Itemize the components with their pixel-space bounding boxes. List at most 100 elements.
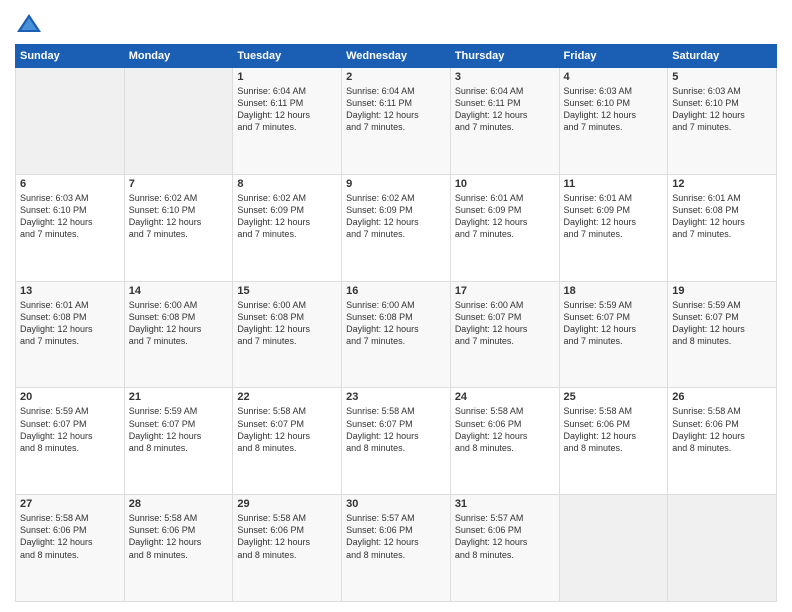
day-number: 6: [20, 178, 120, 190]
day-number: 7: [129, 178, 229, 190]
calendar-cell: 17 Sunrise: 6:00 AM Sunset: 6:07 PM Dayli…: [450, 281, 559, 388]
day-number: 5: [672, 71, 772, 83]
day-info: Sunrise: 6:04 AM Sunset: 6:11 PM Dayligh…: [346, 85, 446, 134]
calendar-cell: [668, 495, 777, 602]
calendar-cell: 15 Sunrise: 6:00 AM Sunset: 6:08 PM Dayli…: [233, 281, 342, 388]
weekday-header-tuesday: Tuesday: [233, 45, 342, 68]
weekday-header-wednesday: Wednesday: [342, 45, 451, 68]
day-number: 1: [237, 71, 337, 83]
calendar-cell: 11 Sunrise: 6:01 AM Sunset: 6:09 PM Dayli…: [559, 174, 668, 281]
calendar-cell: 25 Sunrise: 5:58 AM Sunset: 6:06 PM Dayli…: [559, 388, 668, 495]
day-info: Sunrise: 5:57 AM Sunset: 6:06 PM Dayligh…: [346, 512, 446, 561]
day-info: Sunrise: 6:01 AM Sunset: 6:09 PM Dayligh…: [564, 192, 664, 241]
calendar-cell: 13 Sunrise: 6:01 AM Sunset: 6:08 PM Dayli…: [16, 281, 125, 388]
day-info: Sunrise: 5:58 AM Sunset: 6:06 PM Dayligh…: [564, 405, 664, 454]
day-number: 26: [672, 391, 772, 403]
week-row-5: 27 Sunrise: 5:58 AM Sunset: 6:06 PM Dayli…: [16, 495, 777, 602]
calendar-cell: 29Sunrise: 5:58 AM Sunset: 6:06 PM Dayli…: [233, 495, 342, 602]
logo-icon: [15, 10, 43, 38]
calendar-cell: 31 Sunrise: 5:57 AM Sunset: 6:06 PM Dayli…: [450, 495, 559, 602]
day-info: Sunrise: 5:58 AM Sunset: 6:07 PM Dayligh…: [237, 405, 337, 454]
week-row-3: 13 Sunrise: 6:01 AM Sunset: 6:08 PM Dayli…: [16, 281, 777, 388]
weekday-header-row: SundayMondayTuesdayWednesdayThursdayFrid…: [16, 45, 777, 68]
header: [15, 10, 777, 38]
day-number: 27: [20, 498, 120, 510]
day-info: Sunrise: 5:59 AM Sunset: 6:07 PM Dayligh…: [564, 299, 664, 348]
calendar-cell: [16, 68, 125, 175]
day-number: 19: [672, 285, 772, 297]
week-row-4: 20 Sunrise: 5:59 AM Sunset: 6:07 PM Dayli…: [16, 388, 777, 495]
day-info: Sunrise: 5:59 AM Sunset: 6:07 PM Dayligh…: [672, 299, 772, 348]
calendar-cell: 21 Sunrise: 5:59 AM Sunset: 6:07 PM Dayli…: [124, 388, 233, 495]
day-info: Sunrise: 6:03 AM Sunset: 6:10 PM Dayligh…: [672, 85, 772, 134]
day-number: 12: [672, 178, 772, 190]
week-row-1: 1 Sunrise: 6:04 AM Sunset: 6:11 PM Daylig…: [16, 68, 777, 175]
calendar-cell: 6 Sunrise: 6:03 AM Sunset: 6:10 PM Daylig…: [16, 174, 125, 281]
calendar: SundayMondayTuesdayWednesdayThursdayFrid…: [15, 44, 777, 602]
day-number: 22: [237, 391, 337, 403]
day-info: Sunrise: 6:01 AM Sunset: 6:08 PM Dayligh…: [672, 192, 772, 241]
calendar-cell: 16 Sunrise: 6:00 AM Sunset: 6:08 PM Dayli…: [342, 281, 451, 388]
day-number: 4: [564, 71, 664, 83]
day-info: Sunrise: 6:00 AM Sunset: 6:08 PM Dayligh…: [346, 299, 446, 348]
day-info: Sunrise: 6:03 AM Sunset: 6:10 PM Dayligh…: [20, 192, 120, 241]
day-number: 17: [455, 285, 555, 297]
calendar-cell: 2 Sunrise: 6:04 AM Sunset: 6:11 PM Daylig…: [342, 68, 451, 175]
day-number: 11: [564, 178, 664, 190]
weekday-header-monday: Monday: [124, 45, 233, 68]
day-number: 25: [564, 391, 664, 403]
calendar-cell: 1 Sunrise: 6:04 AM Sunset: 6:11 PM Daylig…: [233, 68, 342, 175]
day-number: 20: [20, 391, 120, 403]
calendar-cell: 14Sunrise: 6:00 AM Sunset: 6:08 PM Dayli…: [124, 281, 233, 388]
calendar-cell: 28 Sunrise: 5:58 AM Sunset: 6:06 PM Dayli…: [124, 495, 233, 602]
day-number: 13: [20, 285, 120, 297]
day-number: 23: [346, 391, 446, 403]
day-number: 15: [237, 285, 337, 297]
day-number: 8: [237, 178, 337, 190]
day-info: Sunrise: 6:01 AM Sunset: 6:09 PM Dayligh…: [455, 192, 555, 241]
day-number: 16: [346, 285, 446, 297]
day-number: 28: [129, 498, 229, 510]
day-number: 30: [346, 498, 446, 510]
day-number: 18: [564, 285, 664, 297]
day-info: Sunrise: 6:04 AM Sunset: 6:11 PM Dayligh…: [237, 85, 337, 134]
calendar-cell: 9Sunrise: 6:02 AM Sunset: 6:09 PM Daylig…: [342, 174, 451, 281]
day-number: 10: [455, 178, 555, 190]
page: SundayMondayTuesdayWednesdayThursdayFrid…: [0, 0, 792, 612]
day-number: 3: [455, 71, 555, 83]
calendar-cell: 22 Sunrise: 5:58 AM Sunset: 6:07 PM Dayli…: [233, 388, 342, 495]
day-info: Sunrise: 6:00 AM Sunset: 6:07 PM Dayligh…: [455, 299, 555, 348]
day-info: Sunrise: 5:58 AM Sunset: 6:06 PM Dayligh…: [129, 512, 229, 561]
day-info: Sunrise: 6:00 AM Sunset: 6:08 PM Dayligh…: [237, 299, 337, 348]
day-info: Sunrise: 6:04 AM Sunset: 6:11 PM Dayligh…: [455, 85, 555, 134]
calendar-cell: 20 Sunrise: 5:59 AM Sunset: 6:07 PM Dayli…: [16, 388, 125, 495]
calendar-cell: 24Sunrise: 5:58 AM Sunset: 6:06 PM Dayli…: [450, 388, 559, 495]
calendar-cell: 30 Sunrise: 5:57 AM Sunset: 6:06 PM Dayli…: [342, 495, 451, 602]
calendar-cell: [559, 495, 668, 602]
calendar-cell: 18 Sunrise: 5:59 AM Sunset: 6:07 PM Dayli…: [559, 281, 668, 388]
calendar-cell: 12 Sunrise: 6:01 AM Sunset: 6:08 PM Dayli…: [668, 174, 777, 281]
day-number: 24: [455, 391, 555, 403]
day-info: Sunrise: 5:58 AM Sunset: 6:06 PM Dayligh…: [672, 405, 772, 454]
calendar-cell: 19 Sunrise: 5:59 AM Sunset: 6:07 PM Dayli…: [668, 281, 777, 388]
day-info: Sunrise: 6:00 AM Sunset: 6:08 PM Dayligh…: [129, 299, 229, 348]
day-info: Sunrise: 6:02 AM Sunset: 6:09 PM Dayligh…: [346, 192, 446, 241]
calendar-cell: 26 Sunrise: 5:58 AM Sunset: 6:06 PM Dayli…: [668, 388, 777, 495]
day-info: Sunrise: 5:58 AM Sunset: 6:07 PM Dayligh…: [346, 405, 446, 454]
day-info: Sunrise: 5:59 AM Sunset: 6:07 PM Dayligh…: [129, 405, 229, 454]
day-number: 21: [129, 391, 229, 403]
calendar-cell: 8 Sunrise: 6:02 AM Sunset: 6:09 PM Daylig…: [233, 174, 342, 281]
logo: [15, 10, 47, 38]
day-number: 31: [455, 498, 555, 510]
calendar-cell: 23 Sunrise: 5:58 AM Sunset: 6:07 PM Dayli…: [342, 388, 451, 495]
calendar-cell: 7Sunrise: 6:02 AM Sunset: 6:10 PM Daylig…: [124, 174, 233, 281]
weekday-header-saturday: Saturday: [668, 45, 777, 68]
day-info: Sunrise: 5:59 AM Sunset: 6:07 PM Dayligh…: [20, 405, 120, 454]
day-info: Sunrise: 5:58 AM Sunset: 6:06 PM Dayligh…: [237, 512, 337, 561]
day-info: Sunrise: 5:57 AM Sunset: 6:06 PM Dayligh…: [455, 512, 555, 561]
day-info: Sunrise: 6:02 AM Sunset: 6:09 PM Dayligh…: [237, 192, 337, 241]
day-info: Sunrise: 6:01 AM Sunset: 6:08 PM Dayligh…: [20, 299, 120, 348]
calendar-cell: 4Sunrise: 6:03 AM Sunset: 6:10 PM Daylig…: [559, 68, 668, 175]
day-number: 2: [346, 71, 446, 83]
calendar-cell: [124, 68, 233, 175]
